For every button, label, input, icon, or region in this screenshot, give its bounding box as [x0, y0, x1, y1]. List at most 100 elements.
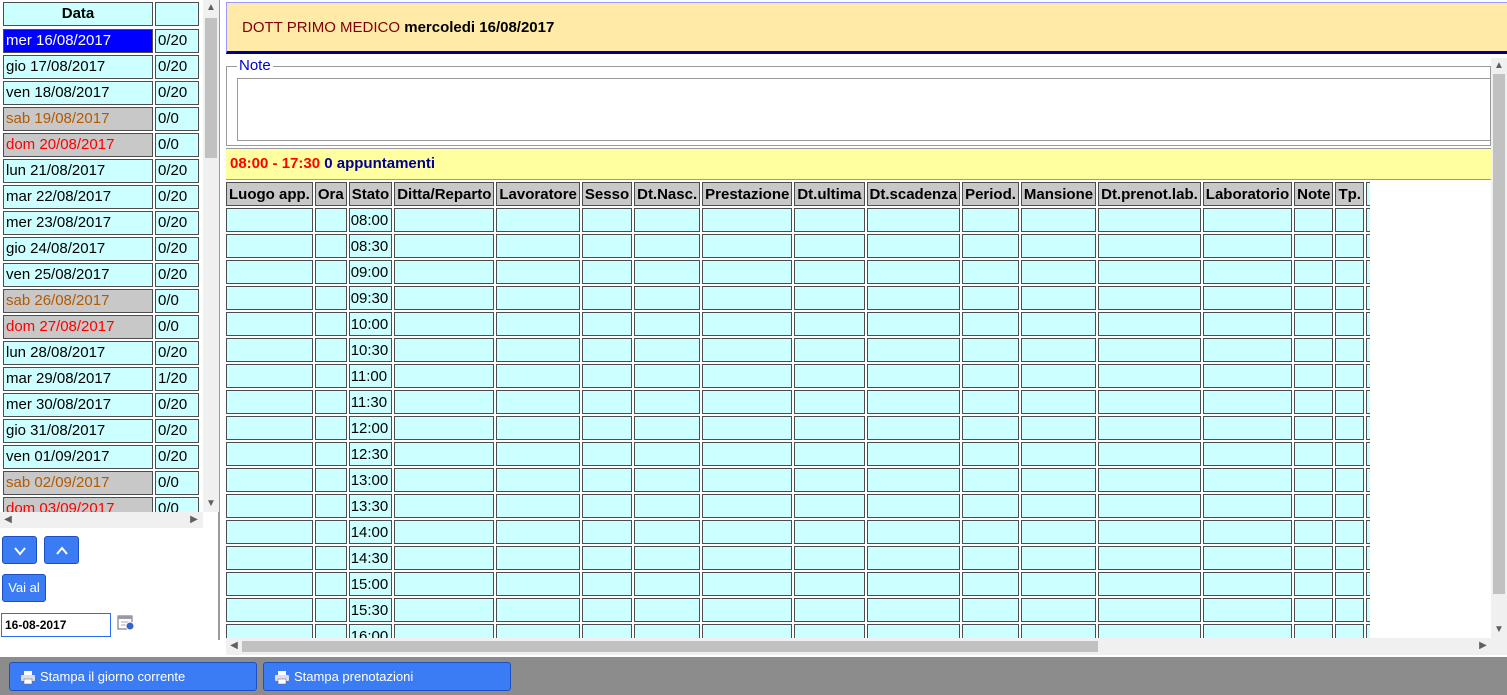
date-cell[interactable]: gio 17/08/2017 [3, 55, 153, 79]
table-cell[interactable] [1098, 520, 1201, 544]
table-cell[interactable] [314, 572, 347, 596]
table-cell[interactable] [702, 494, 793, 518]
table-cell[interactable] [866, 260, 961, 284]
table-cell[interactable] [794, 286, 865, 310]
scroll-right-arrow-icon[interactable]: ▶ [1475, 638, 1491, 654]
table-cell[interactable] [581, 468, 633, 492]
table-cell[interactable] [394, 260, 495, 284]
table-cell[interactable] [1020, 468, 1097, 492]
table-cell[interactable] [634, 494, 701, 518]
date-list-item[interactable]: mer 30/08/2017 0/20 [0, 392, 203, 418]
print-bookings-button[interactable]: Stampa prenotazioni [263, 662, 511, 691]
table-cell[interactable] [1294, 338, 1334, 362]
table-cell[interactable] [1098, 598, 1201, 622]
date-list[interactable]: Data mer 16/08/2017 0/20 gio 17/08/2017 0/2… [0, 0, 203, 512]
time-slot-cell[interactable]: 09:00 [348, 260, 393, 284]
date-list-item[interactable]: sab 02/09/2017 0/0 [0, 470, 203, 496]
table-cell[interactable] [226, 364, 313, 388]
table-cell[interactable] [394, 208, 495, 232]
date-cell[interactable]: mar 22/08/2017 [3, 185, 153, 209]
table-cell[interactable] [634, 546, 701, 570]
table-cell[interactable] [314, 364, 347, 388]
table-cell[interactable] [866, 546, 961, 570]
table-cell[interactable] [394, 442, 495, 466]
table-cell[interactable] [794, 208, 865, 232]
time-slot-cell[interactable]: 09:30 [348, 286, 393, 310]
table-cell[interactable] [1020, 286, 1097, 310]
table-cell[interactable] [962, 364, 1019, 388]
time-slot-cell[interactable]: 11:30 [348, 390, 393, 414]
table-cell[interactable] [1335, 260, 1364, 284]
table-cell[interactable] [962, 494, 1019, 518]
table-cell[interactable] [496, 624, 580, 638]
table-row[interactable]: 11:30 [226, 390, 1370, 414]
table-row[interactable]: 16:00 [226, 624, 1370, 638]
table-cell[interactable] [581, 442, 633, 466]
table-cell[interactable] [702, 468, 793, 492]
table-cell[interactable] [496, 546, 580, 570]
table-cell[interactable] [962, 208, 1019, 232]
time-slot-cell[interactable]: 12:00 [348, 416, 393, 440]
table-cell[interactable] [1294, 364, 1334, 388]
table-cell[interactable] [581, 312, 633, 336]
table-cell[interactable] [496, 468, 580, 492]
table-cell[interactable] [496, 494, 580, 518]
table-cell[interactable] [1335, 546, 1364, 570]
table-cell[interactable] [496, 572, 580, 596]
table-cell[interactable] [394, 234, 495, 258]
table-cell[interactable] [866, 442, 961, 466]
column-header[interactable]: Dt.prenot.lab. [1098, 182, 1201, 206]
table-cell[interactable] [1202, 598, 1293, 622]
time-slot-cell[interactable]: 12:30 [348, 442, 393, 466]
table-cell[interactable] [581, 234, 633, 258]
table-cell[interactable] [794, 572, 865, 596]
table-cell[interactable] [1020, 390, 1097, 414]
table-row[interactable]: 15:30 [226, 598, 1370, 622]
table-row[interactable]: 08:00 [226, 208, 1370, 232]
table-cell[interactable] [794, 624, 865, 638]
column-header[interactable]: Laboratorio [1202, 182, 1293, 206]
date-cell[interactable]: mer 16/08/2017 [3, 29, 153, 53]
time-slot-cell[interactable]: 14:30 [348, 546, 393, 570]
table-cell[interactable] [702, 442, 793, 466]
table-cell[interactable] [1098, 208, 1201, 232]
schedule-vertical-scrollbar[interactable]: ▲ ▼ [1491, 58, 1507, 638]
time-slot-cell[interactable]: 15:30 [348, 598, 393, 622]
table-cell[interactable] [634, 208, 701, 232]
table-cell[interactable] [794, 390, 865, 414]
date-cell[interactable]: dom 27/08/2017 [3, 315, 153, 339]
table-cell[interactable] [866, 624, 961, 638]
table-cell[interactable] [226, 234, 313, 258]
table-cell[interactable] [314, 546, 347, 570]
date-cell[interactable]: mer 30/08/2017 [3, 393, 153, 417]
table-cell[interactable] [794, 234, 865, 258]
table-cell[interactable] [226, 468, 313, 492]
scroll-down-arrow-icon[interactable]: ▼ [203, 496, 219, 512]
table-cell[interactable] [1020, 364, 1097, 388]
table-cell[interactable] [1020, 546, 1097, 570]
table-cell[interactable] [702, 546, 793, 570]
table-cell[interactable] [1020, 520, 1097, 544]
table-cell[interactable] [314, 260, 347, 284]
previous-dates-button[interactable] [44, 536, 79, 564]
table-cell[interactable] [702, 338, 793, 362]
table-cell[interactable] [581, 624, 633, 638]
date-cell[interactable]: mar 29/08/2017 [3, 367, 153, 391]
table-cell[interactable] [1020, 624, 1097, 638]
table-cell[interactable] [496, 234, 580, 258]
date-list-item[interactable]: ven 25/08/2017 0/20 [0, 262, 203, 288]
table-cell[interactable] [1098, 364, 1201, 388]
table-cell[interactable] [794, 520, 865, 544]
print-current-day-button[interactable]: Stampa il giorno corrente [9, 662, 257, 691]
table-cell[interactable] [1202, 390, 1293, 414]
table-cell[interactable] [794, 442, 865, 466]
column-header[interactable]: Luogo app. [226, 182, 313, 206]
table-row[interactable]: 13:30 [226, 494, 1370, 518]
table-cell[interactable] [1098, 312, 1201, 336]
table-cell[interactable] [1335, 494, 1364, 518]
table-row[interactable]: 11:00 [226, 364, 1370, 388]
table-cell[interactable] [1098, 494, 1201, 518]
table-cell[interactable] [226, 624, 313, 638]
table-cell[interactable] [581, 416, 633, 440]
date-list-horizontal-scrollbar[interactable]: ◀ ▶ [0, 512, 203, 528]
